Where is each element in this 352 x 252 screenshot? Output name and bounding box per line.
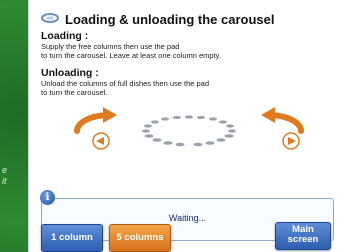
rotate-right-button[interactable] [282, 132, 300, 150]
rotate-left-arrow-icon [74, 107, 117, 134]
carousel-columns [142, 115, 236, 147]
unloading-instructions: Unload the columns of full dishes then u… [41, 79, 331, 97]
loading-heading: Loading : [41, 30, 89, 42]
carousel-icon [41, 10, 59, 28]
dialog-header: Loading & unloading the carousel [41, 10, 274, 28]
main-screen-button[interactable]: Main screen [275, 222, 331, 250]
background-text: e [2, 165, 8, 175]
info-icon: i [40, 190, 55, 205]
one-column-button[interactable]: 1 column [41, 224, 103, 252]
rotate-right-arrow-icon [261, 107, 304, 134]
unloading-line: to turn the carousel. [41, 88, 108, 97]
unloading-line: Unload the columns of full dishes then u… [41, 79, 210, 88]
five-columns-button[interactable]: 5 columns [109, 224, 171, 252]
loading-line: Supply the free columns then use the pad [41, 42, 180, 51]
carousel-diagram [74, 107, 304, 150]
main-screen-label-line2: screen [287, 234, 319, 245]
rotate-left-button[interactable] [92, 132, 110, 150]
loading-instructions: Supply the free columns then use the pad… [41, 42, 331, 60]
unloading-heading: Unloading : [41, 67, 99, 79]
page-title: Loading & unloading the carousel [65, 11, 275, 27]
loading-line: to turn the carousel. Leave at least one… [41, 51, 221, 60]
background-text: it [2, 176, 7, 186]
